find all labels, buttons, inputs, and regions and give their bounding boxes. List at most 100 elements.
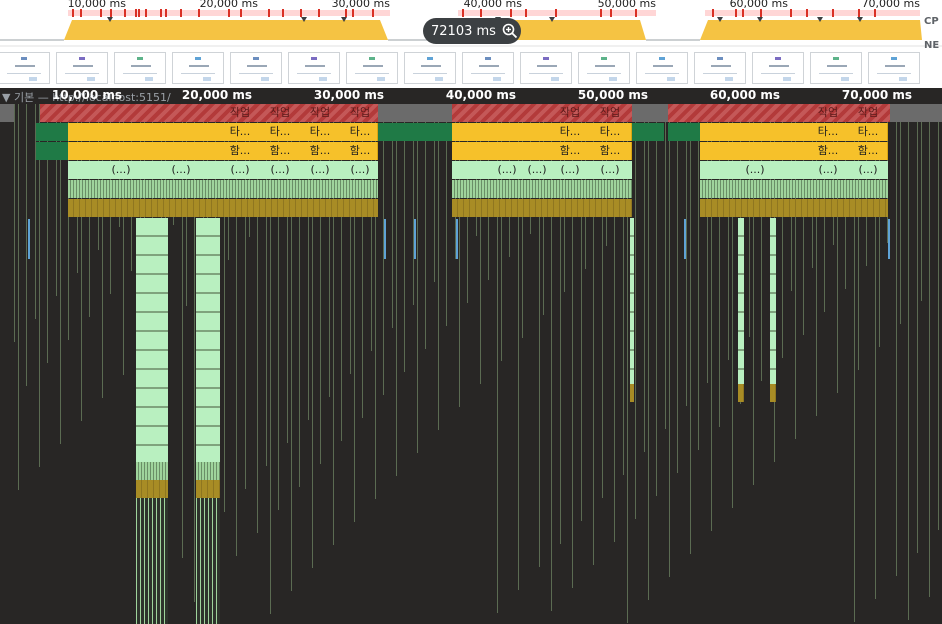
thin-call-line[interactable]	[26, 104, 27, 386]
flame-entry-label: 타...	[857, 125, 879, 138]
flame-entry-label: 함...	[559, 144, 581, 157]
idle-task-bar[interactable]	[890, 104, 942, 122]
flame-chart[interactable]: 작업 작업 작업 작업 작업 작업 작업 작업 타... 함... 타... 함... 타... 함...…	[0, 104, 942, 624]
nested-call-stripe[interactable]	[700, 180, 888, 198]
idle-task-bar[interactable]	[378, 104, 452, 122]
thin-call-line[interactable]	[917, 104, 918, 553]
idle-task-bar[interactable]	[0, 104, 14, 122]
thumbnail-content	[319, 77, 327, 81]
thin-call-line[interactable]	[908, 104, 909, 620]
event-marker[interactable]	[684, 219, 686, 259]
system-block[interactable]	[632, 123, 664, 141]
thin-call-line[interactable]	[929, 104, 930, 597]
screenshot-thumbnail[interactable]	[462, 52, 514, 84]
thin-call-line[interactable]	[669, 104, 670, 577]
olive-call-block[interactable]	[196, 480, 220, 498]
thin-call-line[interactable]	[644, 104, 645, 452]
nested-call-stripe[interactable]	[452, 180, 632, 198]
olive-call-block[interactable]	[700, 199, 888, 217]
flame-tick-label: 30,000 ms	[313, 88, 384, 102]
olive-call-block[interactable]	[136, 480, 168, 498]
zoom-in-icon[interactable]	[502, 23, 518, 39]
event-marker[interactable]	[28, 219, 30, 259]
screenshot-thumbnail[interactable]	[578, 52, 630, 84]
thumbnail-content	[471, 73, 505, 74]
thin-call-line[interactable]	[14, 104, 15, 342]
thin-call-line[interactable]	[686, 104, 687, 406]
cpu-scripting-area	[64, 20, 388, 40]
thin-call-line[interactable]	[18, 104, 19, 490]
screenshot-thumbnail[interactable]	[810, 52, 862, 84]
thin-call-line[interactable]	[417, 104, 418, 453]
deep-call-tail[interactable]	[196, 498, 220, 624]
thin-call-line[interactable]	[690, 104, 691, 554]
screenshot-thumbnail[interactable]	[752, 52, 804, 84]
main-track-header[interactable]: ▼ 기본 — http://localhost:5151/ 10,000 ms 2…	[0, 88, 942, 104]
olive-call-block[interactable]	[738, 384, 744, 402]
thin-call-line[interactable]	[900, 104, 901, 324]
screenshot-thumbnail[interactable]	[346, 52, 398, 84]
thumbnail-content	[529, 73, 563, 74]
deep-call-stack[interactable]	[770, 218, 776, 384]
thin-call-line[interactable]	[404, 104, 405, 372]
system-block[interactable]	[36, 142, 68, 160]
thin-call-line[interactable]	[938, 104, 939, 530]
thumbnail-content	[29, 77, 37, 81]
screenshot-thumbnail[interactable]	[114, 52, 166, 84]
thin-call-line[interactable]	[396, 104, 397, 476]
event-marker[interactable]	[414, 219, 416, 259]
thumbnail-content	[551, 77, 559, 81]
system-block[interactable]	[378, 123, 452, 141]
thin-call-line[interactable]	[635, 104, 636, 519]
flame-entry-label: (...)	[497, 163, 517, 176]
screenshot-thumbnail[interactable]	[868, 52, 920, 84]
screenshot-thumbnail[interactable]	[230, 52, 282, 84]
deep-call-stack[interactable]	[738, 218, 744, 384]
thumbnail-content	[775, 57, 781, 60]
thin-call-line[interactable]	[656, 104, 657, 496]
screenshot-thumbnail[interactable]	[520, 52, 572, 84]
flame-entry-label: 작업	[349, 106, 371, 119]
olive-call-block[interactable]	[68, 199, 378, 217]
screenshot-thumbnail[interactable]	[694, 52, 746, 84]
thin-call-line[interactable]	[921, 104, 922, 301]
deep-call-stack[interactable]	[136, 218, 168, 464]
overview-selection-window[interactable]	[458, 10, 656, 16]
screenshot-thumbnail[interactable]	[636, 52, 688, 84]
long-task-marker	[110, 9, 112, 17]
deep-call-tail[interactable]	[136, 498, 168, 624]
thumbnail-content	[769, 65, 789, 67]
system-block[interactable]	[36, 123, 68, 141]
thin-call-line[interactable]	[438, 104, 439, 430]
event-marker[interactable]	[384, 219, 386, 259]
thin-call-line[interactable]	[698, 104, 699, 450]
zoom-badge[interactable]: 72103 ms	[423, 18, 521, 44]
overview-selection-window[interactable]	[705, 10, 920, 16]
nested-call-stripe[interactable]	[68, 180, 378, 198]
olive-call-block[interactable]	[630, 384, 634, 402]
nested-call-stripe[interactable]	[136, 462, 168, 480]
screenshot-thumbnail[interactable]	[0, 52, 50, 84]
thin-call-line[interactable]	[896, 104, 897, 576]
deep-call-stack[interactable]	[630, 218, 634, 384]
thumbnail-content	[659, 57, 665, 60]
overview-tick-label: 40,000 ms	[463, 0, 522, 10]
nested-call-stripe[interactable]	[196, 462, 220, 480]
screenshot-thumbnail[interactable]	[56, 52, 108, 84]
event-marker[interactable]	[456, 219, 458, 259]
olive-call-block[interactable]	[770, 384, 776, 402]
event-marker[interactable]	[888, 219, 890, 259]
thumbnail-content	[711, 65, 731, 67]
thin-call-line[interactable]	[648, 104, 649, 600]
screenshot-thumbnail[interactable]	[172, 52, 224, 84]
system-block[interactable]	[668, 123, 698, 141]
thin-call-line[interactable]	[665, 104, 666, 429]
idle-task-bar[interactable]	[632, 104, 668, 122]
long-task-marker	[165, 9, 167, 17]
screenshot-thumbnail[interactable]	[404, 52, 456, 84]
olive-call-block[interactable]	[452, 199, 632, 217]
deep-call-stack[interactable]	[196, 218, 220, 464]
screenshot-thumbnail[interactable]	[288, 52, 340, 84]
timeline-overview[interactable]: 10,000 ms 20,000 ms 30,000 ms 40,000 ms 50,0…	[0, 0, 942, 88]
thin-call-line[interactable]	[677, 104, 678, 473]
